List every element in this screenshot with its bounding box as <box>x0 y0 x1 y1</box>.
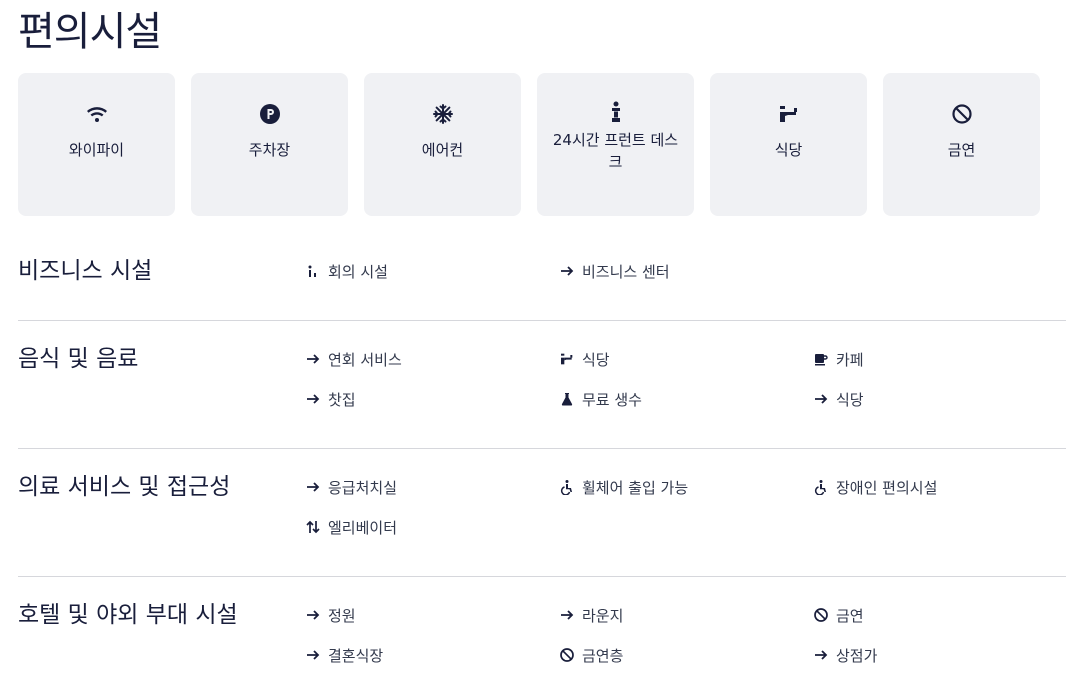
card-parking: 주차장 <box>191 73 348 216</box>
item-label: 카페 <box>836 350 864 369</box>
card-label: 에어컨 <box>421 141 464 159</box>
list-item: 비즈니스 센터 <box>558 260 670 282</box>
item-label: 연회 서비스 <box>328 350 402 369</box>
list-item: 휠체어 출입 가능 <box>558 476 688 498</box>
section-title: 호텔 및 야외 부대 시설 <box>18 602 238 628</box>
arrow-icon <box>558 606 576 624</box>
front-desk-icon <box>603 99 629 125</box>
card-front-desk: 24시간 프런트 데스크 <box>537 73 694 216</box>
list-item: 무료 생수 <box>558 388 642 410</box>
amenity-cards: 와이파이 주차장 에어컨 24시간 프런트 데스크 식당 금연 <box>18 73 1040 216</box>
item-label: 장애인 편의시설 <box>836 478 938 497</box>
arrow-icon <box>812 390 830 408</box>
wifi-icon <box>84 101 110 127</box>
list-item: 찻집 <box>304 388 356 410</box>
card-restaurant: 식당 <box>710 73 867 216</box>
list-item: 정원 <box>304 604 356 626</box>
card-label: 식당 <box>774 141 803 159</box>
arrow-icon <box>304 606 322 624</box>
no-smoking-icon <box>949 101 975 127</box>
item-label: 정원 <box>328 606 356 625</box>
coffee-icon <box>812 350 830 368</box>
list-item: 금연 <box>812 604 864 626</box>
page-title: 편의시설 <box>18 9 162 55</box>
item-label: 금연층 <box>582 646 624 665</box>
section-title: 음식 및 음료 <box>18 346 139 372</box>
section-hotel-outdoor: 호텔 및 야외 부대 시설 정원 라운지 금연 결혼식장 금연층 상점가 <box>18 600 1066 697</box>
section-medical: 의료 서비스 및 접근성 응급처치실 휠체어 출입 가능 장애인 편의시설 엘리… <box>18 472 1066 577</box>
arrow-icon <box>812 646 830 664</box>
wheelchair-icon <box>812 478 830 496</box>
item-label: 식당 <box>836 390 864 409</box>
list-item: 장애인 편의시설 <box>812 476 937 498</box>
flask-icon <box>558 390 576 408</box>
item-label: 찻집 <box>328 390 356 409</box>
wheelchair-icon <box>558 478 576 496</box>
card-no-smoking: 금연 <box>883 73 1040 216</box>
arrow-icon <box>304 478 322 496</box>
restaurant-icon <box>776 101 802 127</box>
card-wifi: 와이파이 <box>18 73 175 216</box>
elevator-icon <box>304 518 322 536</box>
list-item: 엘리베이터 <box>304 516 397 538</box>
arrow-icon <box>304 390 322 408</box>
item-label: 휠체어 출입 가능 <box>582 478 689 497</box>
parking-icon <box>257 101 283 127</box>
card-aircon: 에어컨 <box>364 73 521 216</box>
list-item: 상점가 <box>812 644 877 666</box>
section-title: 의료 서비스 및 접근성 <box>18 474 231 500</box>
list-item: 금연층 <box>558 644 623 666</box>
list-item: 카페 <box>812 348 864 370</box>
no-smoking-icon <box>558 646 576 664</box>
list-item: 식당 <box>558 348 610 370</box>
section-business: 비즈니스 시설 회의 시설 비즈니스 센터 <box>18 256 1066 321</box>
list-item: 식당 <box>812 388 864 410</box>
item-label: 결혼식장 <box>328 646 384 665</box>
snowflake-icon <box>430 101 456 127</box>
list-item: 응급처치실 <box>304 476 397 498</box>
item-label: 라운지 <box>582 606 624 625</box>
arrow-icon <box>304 350 322 368</box>
item-label: 비즈니스 센터 <box>582 262 670 281</box>
item-label: 응급처치실 <box>328 478 398 497</box>
list-item: 연회 서비스 <box>304 348 402 370</box>
item-label: 금연 <box>836 606 864 625</box>
list-item: 회의 시설 <box>304 260 388 282</box>
item-label: 무료 생수 <box>582 390 642 409</box>
list-item: 결혼식장 <box>304 644 383 666</box>
card-label: 와이파이 <box>68 141 125 159</box>
card-label: 금연 <box>947 141 976 159</box>
item-label: 엘리베이터 <box>328 518 398 537</box>
restaurant-icon <box>558 350 576 368</box>
meeting-icon <box>304 262 322 280</box>
arrow-icon <box>558 262 576 280</box>
item-label: 상점가 <box>836 646 878 665</box>
item-label: 식당 <box>582 350 610 369</box>
card-label: 24시간 프런트 데스크 <box>552 131 679 171</box>
no-smoking-icon <box>812 606 830 624</box>
section-title: 비즈니스 시설 <box>18 258 153 284</box>
card-label: 주차장 <box>248 141 291 159</box>
item-label: 회의 시설 <box>328 262 388 281</box>
arrow-icon <box>304 646 322 664</box>
section-food: 음식 및 음료 연회 서비스 식당 카페 찻집 무료 생수 식당 <box>18 344 1066 449</box>
list-item: 라운지 <box>558 604 623 626</box>
